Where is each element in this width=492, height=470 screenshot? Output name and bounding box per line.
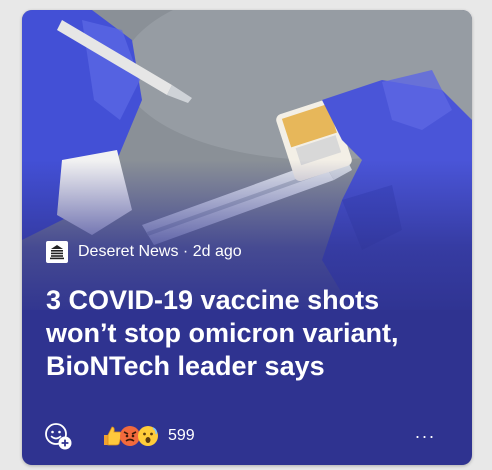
more-options-button[interactable]: ··· — [410, 422, 440, 450]
source-and-time: Deseret News · 2d ago — [78, 243, 242, 260]
article-image — [22, 10, 472, 320]
surprised-emoji-icon — [136, 424, 160, 448]
article-headline[interactable]: 3 COVID-19 vaccine shots won’t stop omic… — [46, 284, 456, 383]
news-card[interactable]: Deseret News · 2d ago 3 COVID-19 vaccine… — [22, 10, 472, 465]
card-footer: 599 ··· — [22, 414, 472, 454]
deseret-news-logo-icon — [46, 241, 68, 263]
add-reaction-icon[interactable] — [42, 420, 74, 452]
reaction-count: 599 — [168, 427, 195, 444]
reaction-summary[interactable]: 599 — [100, 422, 195, 450]
article-source[interactable]: Deseret News · 2d ago — [46, 240, 242, 264]
